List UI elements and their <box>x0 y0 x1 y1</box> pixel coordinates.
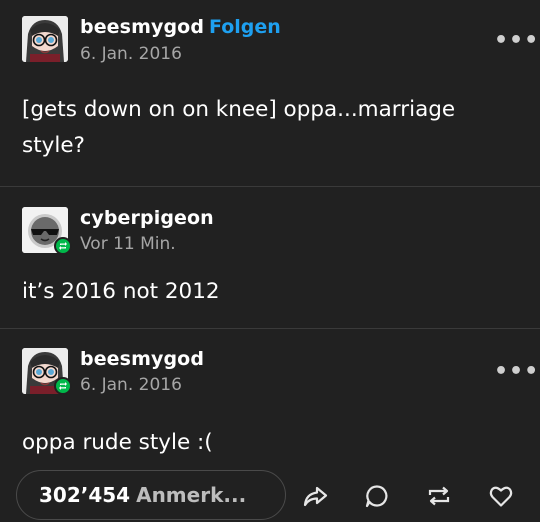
more-options-icon[interactable]: ••• <box>494 30 539 52</box>
timestamp[interactable]: Vor 11 Min. <box>80 234 176 254</box>
reply-icon[interactable] <box>361 480 393 512</box>
timestamp[interactable]: 6. Jan. 2016 <box>80 44 182 64</box>
post-body: oppa rude style :( <box>22 430 213 455</box>
username[interactable]: beesmygod <box>80 348 204 370</box>
follow-button[interactable]: Folgen <box>209 16 281 38</box>
notes-label: Anmerk... <box>136 483 247 507</box>
reblog-icon[interactable] <box>423 480 455 512</box>
like-icon[interactable] <box>485 480 517 512</box>
notes-button[interactable]: 302’454 Anmerk... <box>16 470 286 520</box>
reblog-badge-icon <box>54 237 72 255</box>
notes-count: 302’454 <box>39 483 131 507</box>
timestamp[interactable]: 6. Jan. 2016 <box>80 375 182 395</box>
post-body: it’s 2016 not 2012 <box>22 279 220 304</box>
more-options-icon[interactable]: ••• <box>494 361 539 383</box>
post-body: [gets down on on knee] oppa...marriage s… <box>22 97 456 158</box>
post-original: beesmygod Folgen 6. Jan. 2016 ••• [gets … <box>0 0 540 186</box>
post-reblog: cyberpigeon Vor 11 Min. it’s 2016 not 20… <box>0 187 540 328</box>
username[interactable]: cyberpigeon <box>80 207 214 229</box>
share-icon[interactable] <box>299 480 331 512</box>
username[interactable]: beesmygod <box>80 16 204 38</box>
reblog-badge-icon <box>54 377 72 395</box>
post-reblog: beesmygod 6. Jan. 2016 ••• oppa rude sty… <box>0 329 540 469</box>
avatar[interactable] <box>22 16 68 62</box>
